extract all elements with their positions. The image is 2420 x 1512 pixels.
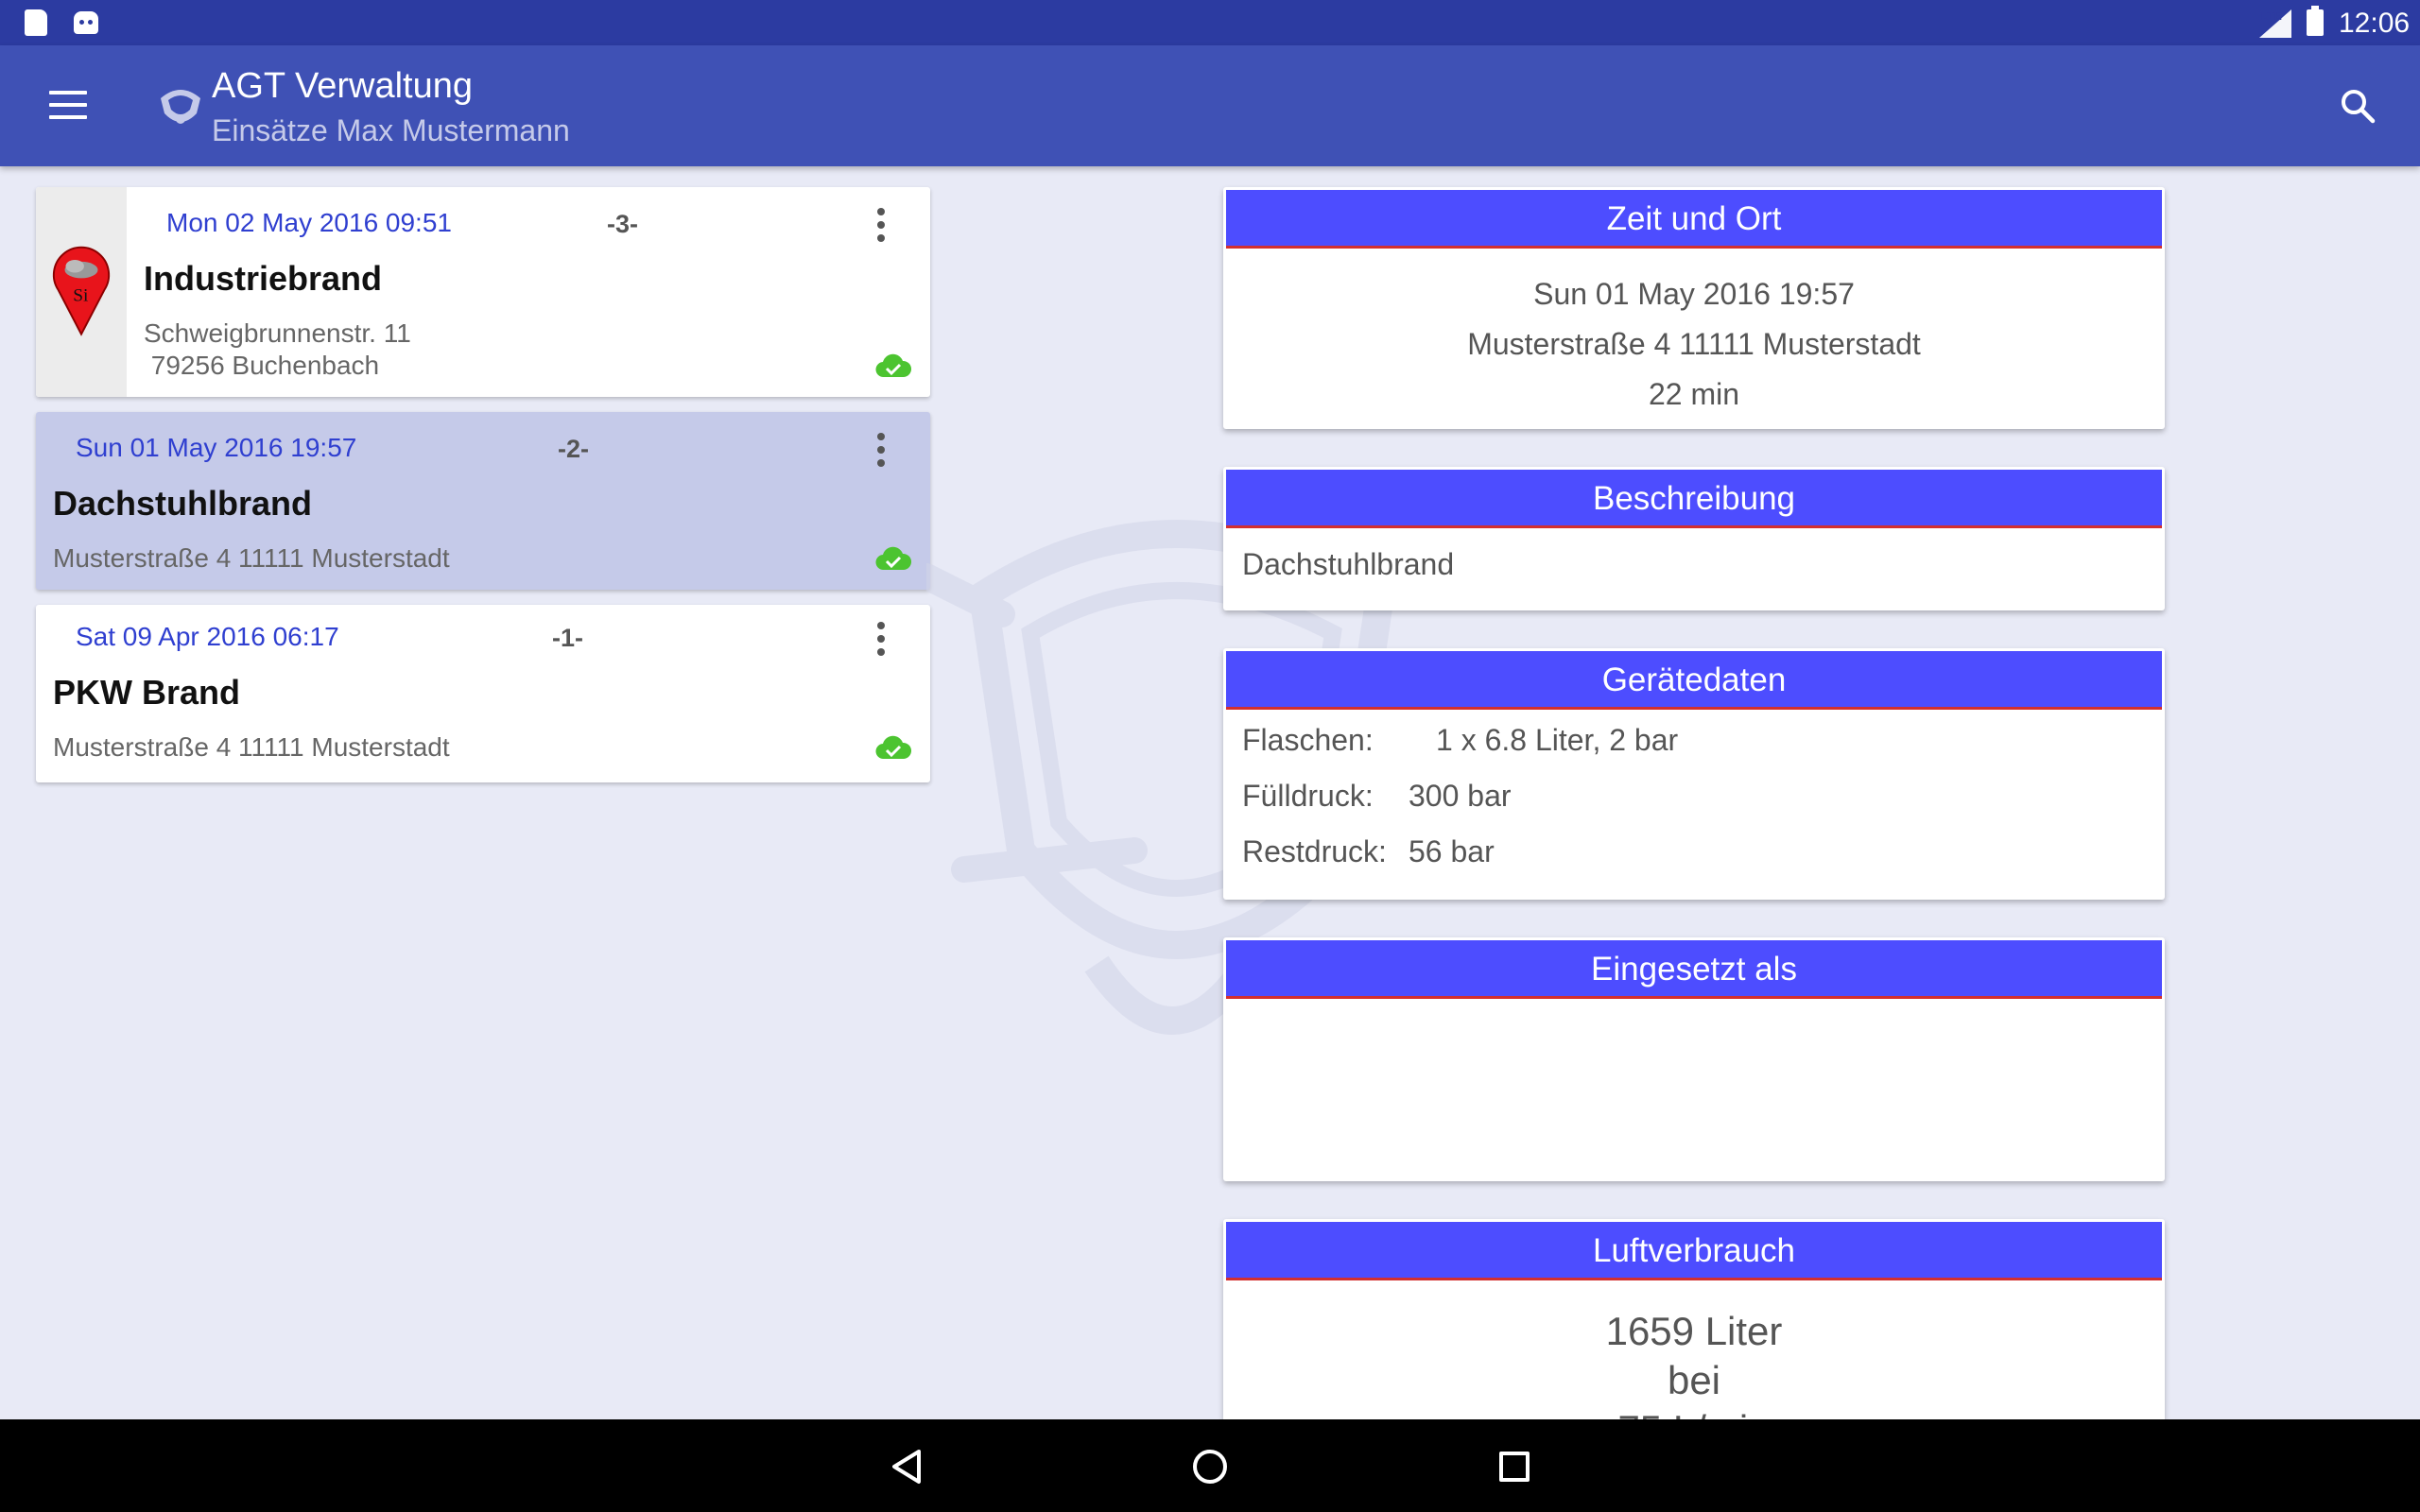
panel-zeit-und-ort: Zeit und Ort Sun 01 May 2016 19:57 Muste… — [1223, 187, 2165, 429]
search-icon[interactable] — [2339, 87, 2377, 125]
row-value: 1 x 6.8 Liter, 2 bar — [1436, 723, 1679, 757]
air-consumption-bei: bei — [1667, 1358, 1721, 1402]
detail-address: Musterstraße 4 11111 Musterstadt — [1467, 327, 1921, 361]
detail-datetime: Sun 01 May 2016 19:57 — [1533, 277, 1855, 311]
svg-text:Si: Si — [73, 286, 89, 306]
air-consumption-value: 1659 Liter — [1605, 1309, 1783, 1353]
app-title: AGT Verwaltung — [212, 66, 474, 106]
status-clock: 12:06 — [2339, 8, 2411, 39]
mission-address-line1: Musterstraße 4 11111 Musterstadt — [53, 543, 450, 573]
cloud-done-icon — [875, 353, 911, 378]
sd-card-icon — [25, 9, 47, 36]
row-label: Restdruck: — [1242, 834, 1387, 868]
panel-geraetedaten: Gerätedaten Flaschen: 1 x 6.8 Liter, 2 b… — [1223, 648, 2165, 900]
network-type-label: LTE — [2261, 9, 2282, 23]
mission-address-line2: 79256 Buchenbach — [144, 351, 380, 380]
menu-icon[interactable] — [49, 91, 87, 119]
mission-card[interactable]: Sat 09 Apr 2016 06:17 -1- PKW Brand Must… — [36, 605, 930, 782]
mission-number: -1- — [552, 624, 583, 652]
panel-luftverbrauch: Luftverbrauch 1659 Liter bei 75 L/min — [1223, 1219, 2165, 1419]
row-label: Flaschen: — [1242, 723, 1374, 757]
mission-number: -3- — [607, 210, 638, 238]
mission-thumbnail: Si — [36, 187, 127, 397]
mission-date: Mon 02 May 2016 09:51 — [166, 208, 452, 237]
more-vert-icon[interactable] — [877, 622, 887, 656]
mission-title: Industriebrand — [144, 259, 383, 298]
panel-header: Luftverbrauch — [1226, 1222, 2162, 1280]
app-logo-icon — [161, 90, 200, 124]
nav-back-icon[interactable] — [889, 1448, 926, 1486]
cloud-done-icon — [875, 546, 911, 571]
air-consumption-rate: 75 L/min — [1223, 1405, 2165, 1419]
more-vert-icon[interactable] — [877, 433, 887, 467]
panel-header: Zeit und Ort — [1226, 190, 2162, 249]
android-icon — [74, 11, 98, 34]
geraet-row-flaschen: Flaschen: 1 x 6.8 Liter, 2 bar — [1223, 713, 2165, 768]
battery-icon — [2307, 6, 2324, 36]
geraet-row-fuelldruck: Fülldruck: 300 bar — [1223, 768, 2165, 824]
mission-title: Dachstuhlbrand — [53, 484, 313, 523]
mission-number: -2- — [558, 435, 589, 463]
mission-address-line1: Schweigbrunnenstr. 11 — [144, 318, 411, 348]
mission-card[interactable]: Si Mon 02 May 2016 09:51 -3- Industriebr… — [36, 187, 930, 397]
mission-card[interactable]: Sun 01 May 2016 19:57 -2- Dachstuhlbrand… — [36, 412, 930, 590]
panel-header: Beschreibung — [1226, 470, 2162, 528]
mission-date: Sun 01 May 2016 19:57 — [76, 433, 357, 462]
nav-home-icon[interactable] — [1193, 1450, 1227, 1484]
mission-title: PKW Brand — [53, 673, 240, 712]
geraet-row-restdruck: Restdruck: 56 bar — [1223, 824, 2165, 880]
app-bar: AGT Verwaltung Einsätze Max Mustermann — [0, 45, 2420, 166]
row-value: 300 bar — [1409, 779, 1512, 813]
location-pin-icon: Si — [52, 246, 111, 336]
app-subtitle: Einsätze Max Mustermann — [212, 113, 570, 147]
panel-header: Eingesetzt als — [1226, 940, 2162, 999]
mission-date: Sat 09 Apr 2016 06:17 — [76, 622, 339, 651]
detail-description: Dachstuhlbrand — [1242, 547, 1455, 581]
row-value: 56 bar — [1409, 834, 1495, 868]
row-label: Fülldruck: — [1242, 779, 1374, 813]
status-bar: LTE 12:06 — [0, 0, 2420, 45]
mission-list: Si Mon 02 May 2016 09:51 -3- Industriebr… — [36, 187, 930, 798]
panel-beschreibung: Beschreibung Dachstuhlbrand — [1223, 467, 2165, 610]
nav-recents-icon[interactable] — [1499, 1452, 1530, 1482]
panel-eingesetzt-als: Eingesetzt als — [1223, 937, 2165, 1181]
mission-address-line1: Musterstraße 4 11111 Musterstadt — [53, 732, 450, 762]
more-vert-icon[interactable] — [877, 208, 887, 242]
system-nav-bar — [0, 1419, 2420, 1512]
cloud-done-icon — [875, 735, 911, 760]
detail-duration: 22 min — [1648, 377, 1740, 411]
panel-header: Gerätedaten — [1226, 651, 2162, 710]
